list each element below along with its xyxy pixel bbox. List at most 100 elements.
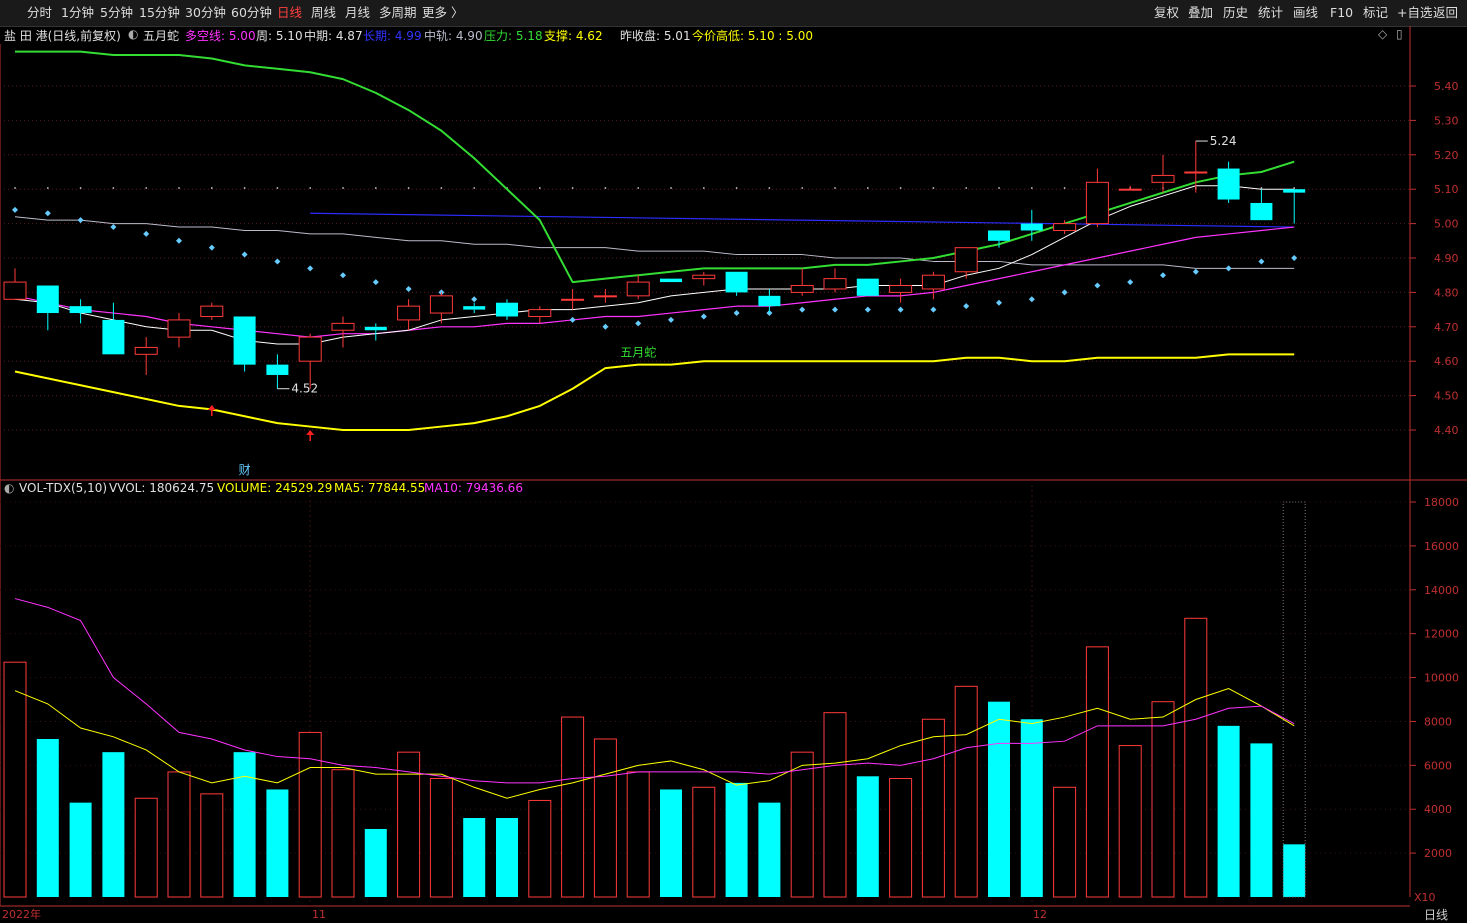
candle-body-down (758, 295, 781, 307)
toolbar-2[interactable]: 5分钟 (100, 4, 133, 22)
volume-bar-up (331, 769, 355, 898)
sar-dot (44, 210, 51, 217)
toolbar-0[interactable]: 分时 (27, 4, 52, 22)
sar-dot (1291, 255, 1298, 261)
sar-dot (1258, 258, 1265, 265)
candle-body-up (134, 346, 158, 355)
sar-dot (897, 306, 904, 313)
candle-body-up (167, 319, 191, 338)
volume-bar-down (758, 802, 781, 897)
candle-body-up (889, 285, 913, 293)
candle-body-down (856, 278, 879, 296)
support-line (14, 353, 1295, 431)
top-dot (243, 187, 246, 189)
toolbar-6[interactable]: 日线 (277, 4, 302, 22)
sar-dot (602, 323, 609, 330)
toolbar-3[interactable]: 15分钟 (139, 4, 180, 22)
top-dot (210, 187, 213, 189)
price-tick-label: 4.50 (1434, 390, 1459, 403)
top-dot (407, 187, 410, 189)
kline-chart[interactable]: 4.40 4.50 4.60 4.70 4.80 4.90 5.00 5.10 5.20 5.30… (0, 26, 1467, 923)
sar-dot (635, 320, 642, 327)
top-dot (998, 187, 1000, 189)
signal-label: 五月蛇 (620, 344, 656, 359)
toolbar-right-3[interactable]: 统计 (1258, 4, 1283, 22)
candle-body-down (660, 278, 682, 283)
sar-dot (864, 306, 871, 313)
candle-body-down (1283, 189, 1306, 193)
top-dot (1063, 187, 1066, 189)
toolbar-8[interactable]: 月线 (345, 4, 370, 22)
candle-body-up (823, 278, 847, 290)
top-dot (834, 187, 836, 189)
volume-bar-down (1217, 725, 1240, 897)
toolbar-9[interactable]: 多周期 (379, 4, 417, 22)
volume-bar-up (790, 751, 814, 898)
top-dot (112, 187, 115, 189)
toolbar-10[interactable]: 更多 〉 (422, 4, 463, 22)
candle-body-up (692, 274, 716, 280)
toolbar-1[interactable]: 1分钟 (61, 4, 94, 22)
candle-body-up (3, 281, 27, 300)
volume-bar-up (954, 685, 978, 898)
candle-body-up (397, 305, 421, 321)
price-tick-label: 5.30 (1434, 114, 1459, 127)
top-dot (342, 187, 344, 189)
candle-body-up (1184, 171, 1208, 174)
toolbar-right-1[interactable]: 叠加 (1188, 4, 1213, 22)
volume-bar-up (429, 778, 453, 898)
top-dot (1293, 187, 1296, 189)
top-dot (309, 187, 312, 189)
toolbar-right-0[interactable]: 复权 (1154, 4, 1179, 22)
toolbar-5[interactable]: 60分钟 (231, 4, 272, 22)
candle-body-up (429, 295, 453, 314)
volume-bar-up (1118, 745, 1142, 898)
volume-bar-up (1085, 646, 1109, 898)
volume-bar-down (463, 818, 486, 897)
sar-dot (569, 316, 576, 323)
sar-dot (340, 272, 346, 279)
top-dot (1260, 187, 1263, 189)
toolbar-4[interactable]: 30分钟 (185, 4, 226, 22)
volume-tick-label: 6000 (1424, 759, 1452, 772)
sar-dot (668, 316, 674, 323)
volume-tick-label: 10000 (1424, 672, 1459, 685)
volume-bar-up (889, 778, 913, 898)
candle-body-down (725, 271, 748, 293)
candle-body-up (1085, 181, 1109, 225)
toolbar-7[interactable]: 周线 (311, 4, 336, 22)
sar-dot (1094, 282, 1101, 289)
volume-bar-up (921, 718, 945, 898)
sar-dot (274, 258, 281, 265)
top-dot (965, 187, 968, 189)
volume-bar-down (1020, 719, 1043, 897)
top-dot (473, 187, 476, 189)
top-dot (46, 187, 49, 189)
sar-dot (372, 279, 379, 286)
price-tick-label: 4.90 (1434, 252, 1459, 265)
toolbar-right-5[interactable]: F10 (1330, 4, 1353, 22)
top-dot (670, 187, 672, 189)
buy-arrow-icon (207, 405, 216, 410)
volume-bar-down (660, 789, 682, 897)
price-tick-label: 4.60 (1434, 355, 1459, 368)
sar-dot (963, 303, 970, 310)
top-dot (1030, 187, 1033, 189)
toolbar-right-8[interactable]: 返回 (1433, 4, 1458, 22)
top-dot (276, 187, 279, 189)
candle-body-up (331, 322, 355, 331)
price-tick-label: 4.70 (1434, 321, 1459, 334)
toolbar-right-2[interactable]: 历史 (1223, 4, 1248, 22)
sar-dot (307, 265, 314, 272)
toolbar-right-7[interactable]: +自选 (1397, 4, 1432, 22)
candle-body-up (790, 285, 814, 293)
candle-body-up (528, 309, 552, 317)
sar-dot (77, 217, 84, 224)
candle-body-up (298, 336, 322, 362)
toolbar-right-4[interactable]: 画线 (1293, 4, 1318, 22)
top-dot (702, 187, 705, 189)
top-dot (637, 187, 640, 189)
top-dot (14, 187, 16, 189)
volume-bar-up (200, 793, 224, 898)
toolbar-right-6[interactable]: 标记 (1363, 4, 1388, 22)
